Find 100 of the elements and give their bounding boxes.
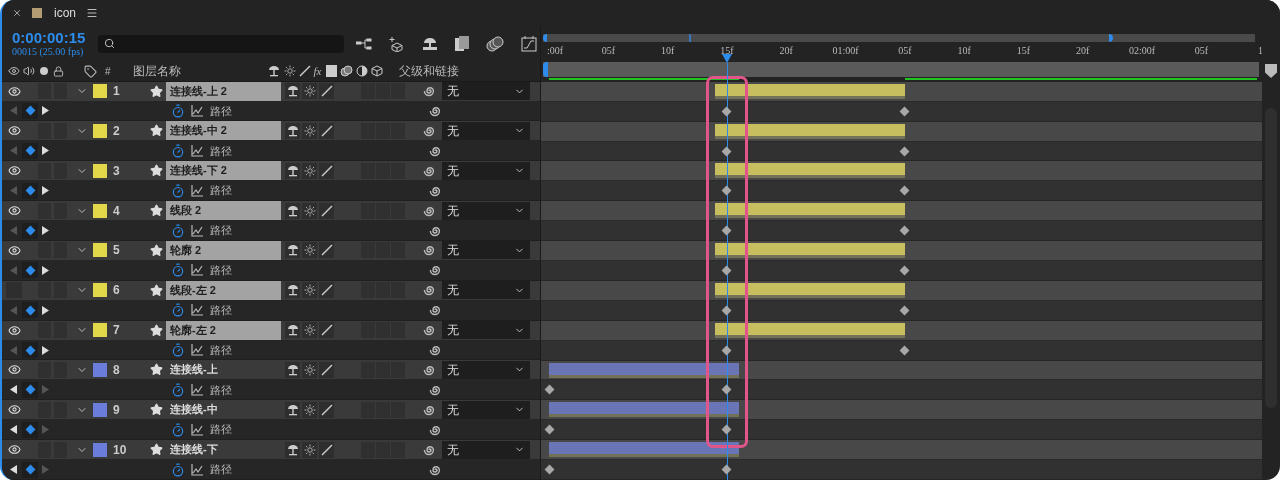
pick-whip-icon[interactable]: [428, 343, 442, 358]
layer-duration-bar[interactable]: [715, 243, 905, 259]
solo-toggle[interactable]: [38, 441, 51, 458]
layer-name[interactable]: 线段 2: [166, 201, 281, 221]
collapse-switch-icon[interactable]: [303, 164, 316, 177]
stopwatch-icon[interactable]: [171, 143, 185, 158]
layer-duration-bar[interactable]: [715, 163, 905, 179]
keyframe-marker[interactable]: [721, 464, 732, 475]
collapse-switch-icon[interactable]: [303, 85, 316, 98]
quality-switch-icon[interactable]: [320, 124, 333, 137]
shy-switch-icon[interactable]: [285, 442, 300, 457]
switch-box[interactable]: [391, 322, 405, 339]
switch-box[interactable]: [361, 242, 375, 259]
add-keyframe-button[interactable]: [22, 342, 38, 359]
label-color-swatch[interactable]: [93, 203, 107, 218]
switch-box[interactable]: [376, 441, 390, 458]
keyframe-marker[interactable]: [721, 305, 732, 316]
add-keyframe-button[interactable]: [22, 142, 38, 159]
solo-toggle[interactable]: [38, 242, 51, 259]
stopwatch-icon[interactable]: [171, 183, 185, 198]
navigator-end-handle[interactable]: [1109, 33, 1113, 42]
add-keyframe-button[interactable]: [22, 381, 38, 398]
shy-switch-icon[interactable]: [285, 203, 300, 218]
switch-box[interactable]: [376, 162, 390, 179]
switch-box[interactable]: [376, 83, 390, 100]
collapse-switch-icon[interactable]: [303, 284, 316, 297]
current-timecode[interactable]: 0:00:00:15: [12, 30, 96, 46]
next-keyframe-button[interactable]: [42, 265, 49, 275]
graph-icon[interactable]: [190, 303, 204, 318]
pick-whip-icon[interactable]: [422, 323, 436, 338]
layer-duration-bar[interactable]: [715, 282, 905, 298]
layer-duration-bar[interactable]: [715, 203, 905, 219]
parent-dropdown[interactable]: 无: [442, 440, 530, 459]
pick-whip-icon[interactable]: [422, 283, 436, 298]
label-color-swatch[interactable]: [93, 442, 107, 457]
layer-name[interactable]: 连接线-下 2: [166, 161, 281, 181]
close-icon[interactable]: [12, 8, 22, 18]
lock-toggle[interactable]: [54, 202, 67, 219]
previous-keyframe-button[interactable]: [10, 465, 18, 475]
add-keyframe-button[interactable]: [22, 302, 38, 319]
collapse-switch-icon[interactable]: [303, 124, 316, 137]
quality-switch-icon[interactable]: [320, 204, 333, 217]
graph-icon[interactable]: [190, 422, 204, 437]
label-color-swatch[interactable]: [93, 283, 107, 298]
add-keyframe-button[interactable]: [22, 102, 38, 119]
layer-name[interactable]: 连接线-上: [166, 360, 281, 380]
switch-box[interactable]: [376, 122, 390, 139]
add-keyframe-button[interactable]: [22, 182, 38, 199]
shy-switch-icon[interactable]: [285, 84, 300, 99]
solo-toggle[interactable]: [38, 202, 51, 219]
keyframe-marker[interactable]: [721, 146, 732, 156]
collapse-switch-icon[interactable]: [303, 204, 316, 217]
layer-duration-bar[interactable]: [549, 442, 739, 458]
previous-keyframe-button[interactable]: [10, 385, 18, 395]
switch-box[interactable]: [376, 202, 390, 219]
switch-box[interactable]: [391, 162, 405, 179]
graph-icon[interactable]: [190, 103, 204, 118]
next-keyframe-button[interactable]: [42, 186, 49, 196]
label-color-swatch[interactable]: [93, 323, 107, 338]
parent-dropdown[interactable]: 无: [442, 82, 530, 101]
keyframe-marker[interactable]: [899, 185, 910, 196]
label-color-swatch[interactable]: [93, 243, 107, 258]
layer-duration-bar[interactable]: [715, 83, 905, 99]
shy-switch-icon[interactable]: [285, 163, 300, 178]
graph-editor-icon[interactable]: [521, 35, 537, 52]
stopwatch-icon[interactable]: [171, 223, 185, 238]
switch-box[interactable]: [391, 282, 405, 299]
label-color-swatch[interactable]: [93, 163, 107, 178]
shy-switch-icon[interactable]: [285, 283, 300, 298]
switch-box[interactable]: [391, 401, 405, 418]
switch-box[interactable]: [361, 202, 375, 219]
switch-box[interactable]: [361, 401, 375, 418]
keyframe-marker[interactable]: [899, 106, 910, 117]
stopwatch-icon[interactable]: [171, 462, 185, 477]
layer-duration-bar[interactable]: [549, 402, 739, 418]
switch-box[interactable]: [391, 83, 405, 100]
pick-whip-icon[interactable]: [422, 84, 436, 99]
quality-switch-icon[interactable]: [320, 403, 333, 416]
switch-box[interactable]: [376, 322, 390, 339]
pick-whip-icon[interactable]: [428, 303, 442, 318]
lock-toggle[interactable]: [54, 282, 67, 299]
solo-toggle[interactable]: [38, 401, 51, 418]
parent-dropdown[interactable]: 无: [442, 281, 530, 300]
lock-toggle[interactable]: [54, 401, 67, 418]
next-keyframe-button[interactable]: [42, 146, 49, 156]
switch-box[interactable]: [361, 122, 375, 139]
shy-switch-icon[interactable]: [285, 123, 300, 138]
playhead[interactable]: [721, 54, 733, 480]
label-color-swatch[interactable]: [93, 362, 107, 377]
solo-toggle[interactable]: [38, 361, 51, 378]
quality-switch-icon[interactable]: [320, 164, 333, 177]
switch-box[interactable]: [376, 242, 390, 259]
keyframe-marker[interactable]: [544, 384, 554, 395]
collapse-switch-icon[interactable]: [283, 65, 296, 78]
quality-switch-icon[interactable]: [320, 443, 333, 456]
motion-blur-icon[interactable]: [486, 35, 504, 52]
keyframe-marker[interactable]: [721, 225, 732, 236]
switch-box[interactable]: [376, 361, 390, 378]
switch-box[interactable]: [361, 441, 375, 458]
keyframe-marker[interactable]: [721, 106, 732, 117]
